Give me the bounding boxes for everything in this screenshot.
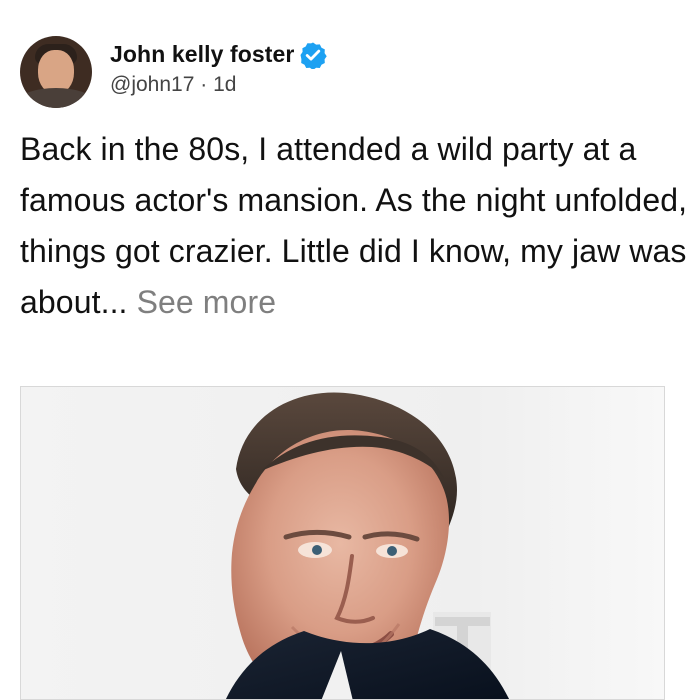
author-handle[interactable]: @john17 [110, 73, 194, 96]
author-name[interactable]: John kelly foster [110, 41, 294, 68]
see-more-link[interactable]: See more [137, 284, 277, 320]
author-identity: John kelly foster @john17 · 1d [110, 38, 328, 97]
author-avatar[interactable] [20, 36, 92, 108]
author-name-row: John kelly foster [110, 38, 328, 71]
post-text: Back in the 80s, I attended a wild party… [20, 131, 688, 320]
meta-separator: · [200, 73, 208, 96]
post-header: John kelly foster @john17 · 1d [20, 36, 328, 114]
post-card: John kelly foster @john17 · 1d Back in t… [0, 0, 700, 700]
post-body: Back in the 80s, I attended a wild party… [20, 124, 692, 328]
verified-badge-icon [299, 41, 328, 70]
avatar-shoulders [20, 88, 92, 108]
portrait-photo [21, 387, 664, 699]
post-meta: @john17 · 1d [110, 73, 327, 97]
post-time[interactable]: 1d [213, 73, 236, 96]
post-image[interactable] [20, 386, 665, 700]
